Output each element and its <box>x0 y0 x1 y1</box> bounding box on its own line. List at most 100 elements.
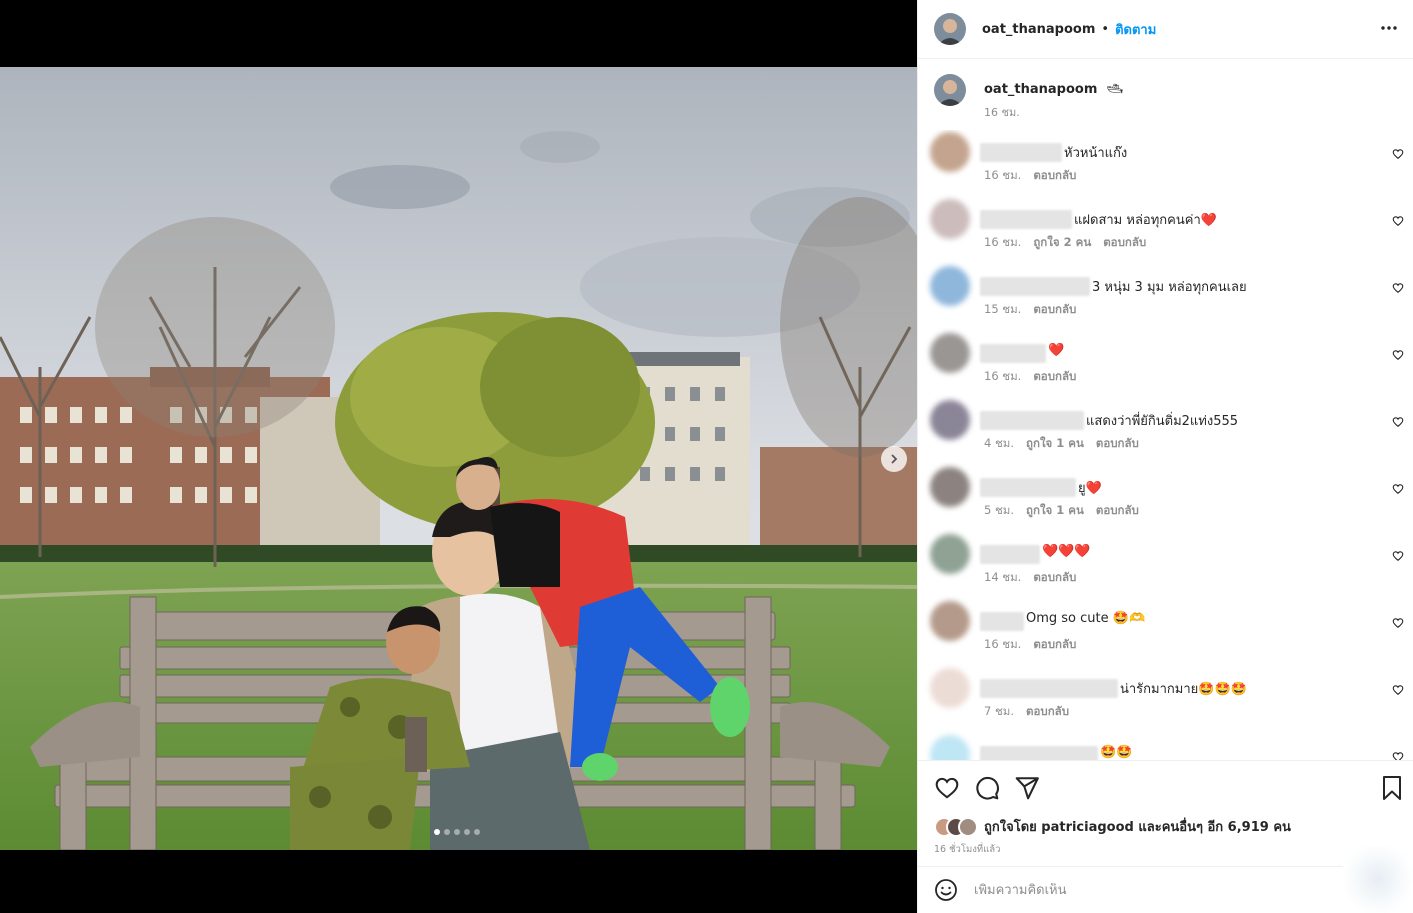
commenter-name-blurred[interactable] <box>980 612 1024 631</box>
post-photo[interactable] <box>0 67 917 850</box>
commenter-name-blurred[interactable] <box>980 344 1046 363</box>
commenter-name-blurred[interactable] <box>980 545 1040 564</box>
commenter-name-blurred[interactable] <box>980 210 1072 229</box>
emoji-icon[interactable] <box>934 878 958 902</box>
comment-likes[interactable]: ถูกใจ 2 คน <box>1033 235 1091 249</box>
comment-item: ❤️❤️❤️ 14 ชม. ตอบกลับ <box>918 532 1413 599</box>
comment-icon <box>976 776 999 800</box>
comment-time[interactable]: 7 ชม. <box>984 704 1014 718</box>
share-icon <box>1015 777 1039 800</box>
heart-icon[interactable] <box>1392 349 1404 361</box>
heart-icon[interactable] <box>1392 617 1404 629</box>
commenter-name-blurred[interactable] <box>980 143 1062 162</box>
reply-button[interactable]: ตอบกลับ <box>1033 637 1076 651</box>
commenter-avatar[interactable] <box>930 601 970 641</box>
commenter-name-blurred[interactable] <box>980 277 1090 296</box>
avatar-image <box>934 13 966 45</box>
comment-item: ยู❤️ 5 ชม. ถูกใจ 1 คน ตอบกลับ <box>918 465 1413 532</box>
comment-time[interactable]: 5 ชม. <box>984 503 1014 517</box>
reply-button[interactable]: ตอบกลับ <box>1033 168 1076 182</box>
speedboat-emoji: 🛥 <box>1106 82 1124 97</box>
more-options-button[interactable] <box>1379 18 1399 42</box>
commenter-name-blurred[interactable] <box>980 411 1084 430</box>
commenter-avatar[interactable] <box>930 735 970 760</box>
liker-avatar[interactable] <box>958 816 978 837</box>
comment-meta: 5 ชม. ถูกใจ 1 คน ตอบกลับ <box>984 502 1151 520</box>
comment-item: ❤️ 16 ชม. ตอบกลับ <box>918 331 1413 398</box>
like-button[interactable] <box>934 775 960 805</box>
comment-input[interactable] <box>974 882 1314 898</box>
carousel-dots <box>434 829 480 835</box>
heart-icon[interactable] <box>1392 282 1404 294</box>
comment-time[interactable]: 15 ชม. <box>984 302 1021 316</box>
comment-text: แสดงว่าพี่ยักินติ่ม2แท่ง555 <box>1086 414 1239 429</box>
comment-text: Omg so cute 🤩🫶 <box>1026 611 1146 626</box>
comment-meta: 16 ชม. ตอบกลับ <box>984 368 1088 386</box>
post-timestamp: 16 ชั่วโมงที่แล้ว <box>934 844 1001 855</box>
reply-button[interactable]: ตอบกลับ <box>1033 302 1076 316</box>
commenter-avatar[interactable] <box>930 266 970 306</box>
comment-item: Omg so cute 🤩🫶 16 ชม. ตอบกลับ <box>918 599 1413 666</box>
commenter-avatar[interactable] <box>930 199 970 239</box>
carousel-dot <box>434 829 440 835</box>
commenter-avatar[interactable] <box>930 534 970 574</box>
heart-icon[interactable] <box>1392 148 1404 160</box>
bookmark-icon <box>1383 776 1401 800</box>
comment-time[interactable]: 4 ชม. <box>984 436 1014 450</box>
heart-icon[interactable] <box>1392 550 1404 562</box>
commenter-name-blurred[interactable] <box>980 679 1118 698</box>
heart-icon[interactable] <box>1392 684 1404 696</box>
likes-count[interactable]: ถูกใจโดย patriciagood และคนอื่นๆ อีก 6,9… <box>984 816 1291 837</box>
likes-summary: ถูกใจโดย patriciagood และคนอื่นๆ อีก 6,9… <box>934 816 1291 837</box>
comment-likes[interactable]: ถูกใจ 1 คน <box>1026 503 1084 517</box>
commenter-avatar[interactable] <box>930 668 970 708</box>
comment-item: น่ารักมากมาย🤩🤩🤩 7 ชม. ตอบกลับ <box>918 666 1413 733</box>
comment-item: แสดงว่าพี่ยักินติ่ม2แท่ง555 4 ชม. ถูกใจ 1 … <box>918 398 1413 465</box>
commenter-name-blurred[interactable] <box>980 746 1098 760</box>
post-username[interactable]: oat_thanapoom <box>982 22 1095 37</box>
comment-time[interactable]: 16 ชม. <box>984 637 1021 651</box>
reply-button[interactable]: ตอบกลับ <box>1096 503 1139 517</box>
reply-button[interactable]: ตอบกลับ <box>1033 570 1076 584</box>
commenter-name-blurred[interactable] <box>980 478 1076 497</box>
more-options-icon <box>1381 26 1397 30</box>
reply-button[interactable]: ตอบกลับ <box>1096 436 1139 450</box>
commenter-avatar[interactable] <box>930 467 970 507</box>
post-comment-button[interactable] <box>1343 845 1413 913</box>
comment-item: 🤩🤩 <box>918 733 1413 760</box>
carousel-dot <box>464 829 470 835</box>
comment-text: น่ารักมากมาย🤩🤩🤩 <box>1120 682 1247 697</box>
reply-button[interactable]: ตอบกลับ <box>1103 235 1146 249</box>
share-button[interactable] <box>1014 775 1040 805</box>
comment-time[interactable]: 16 ชม. <box>984 168 1021 182</box>
comment-time[interactable]: 14 ชม. <box>984 570 1021 584</box>
heart-icon <box>935 777 959 799</box>
comment-button[interactable] <box>974 775 1000 805</box>
comments-list[interactable]: หัวหน้าแก๊ง 16 ชม. ตอบกลับ แฝดสาม หล่อทุกคน… <box>918 130 1413 760</box>
commenter-avatar[interactable] <box>930 400 970 440</box>
heart-icon[interactable] <box>1392 751 1404 760</box>
comment-time[interactable]: 16 ชม. <box>984 369 1021 383</box>
comment-item: 3 หนุ่ม 3 มุม หล่อทุกคนเลย 15 ชม. ตอบกลับ <box>918 264 1413 331</box>
carousel-dot <box>454 829 460 835</box>
follow-button[interactable]: ติดตาม <box>1115 19 1156 40</box>
heart-icon[interactable] <box>1392 215 1404 227</box>
heart-icon[interactable] <box>1392 483 1404 495</box>
reply-button[interactable]: ตอบกลับ <box>1033 369 1076 383</box>
avatar[interactable] <box>934 13 966 45</box>
caption-username[interactable]: oat_thanapoom <box>984 82 1097 97</box>
commenter-avatar[interactable] <box>930 333 970 373</box>
comment-text: 🤩🤩 <box>1100 745 1133 760</box>
comment-time[interactable]: 16 ชม. <box>984 235 1021 249</box>
post-header: oat_thanapoom • ติดตาม <box>918 0 1413 59</box>
save-button[interactable] <box>1380 775 1404 805</box>
heart-icon[interactable] <box>1392 416 1404 428</box>
reply-button[interactable]: ตอบกลับ <box>1026 704 1069 718</box>
comment-meta: 15 ชม. ตอบกลับ <box>984 301 1088 319</box>
caption-time[interactable]: 16 ชม. <box>984 103 1123 121</box>
commenter-avatar[interactable] <box>930 132 970 172</box>
next-slide-button[interactable] <box>881 446 907 472</box>
caption-avatar[interactable] <box>934 74 966 106</box>
add-comment-bar <box>918 866 1413 913</box>
comment-likes[interactable]: ถูกใจ 1 คน <box>1026 436 1084 450</box>
